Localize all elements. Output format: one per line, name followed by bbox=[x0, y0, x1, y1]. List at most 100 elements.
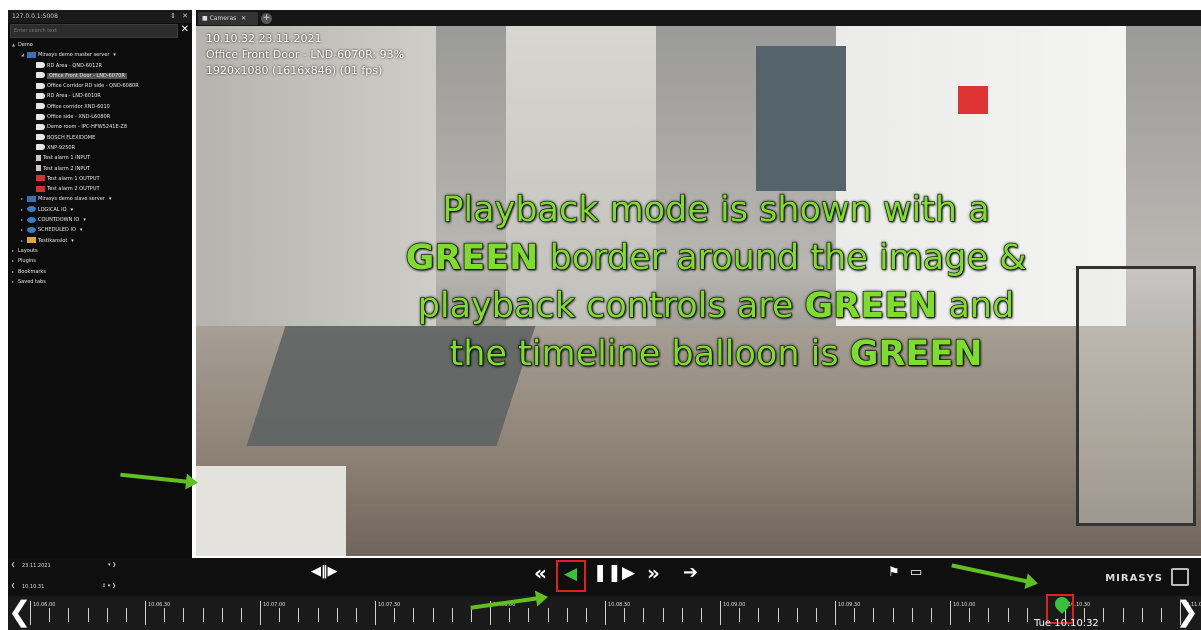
date-spinner-icon[interactable]: ▾ ❯ bbox=[108, 562, 116, 568]
node-menu-icon[interactable]: ▾ bbox=[83, 217, 86, 223]
panel-header: 127.0.0.1:5008 ⇕ ✕ bbox=[8, 10, 192, 23]
tree-node[interactable]: XNP-9250R bbox=[8, 143, 192, 153]
timeline-tick bbox=[509, 608, 511, 622]
tree-node[interactable]: Office Front Door - LND-6070R bbox=[8, 71, 192, 81]
time-spinner-icon[interactable]: ⇕ ▾ ❯ bbox=[102, 583, 116, 589]
pin-icon[interactable]: ⇕ bbox=[170, 10, 176, 23]
server-address: 127.0.0.1:5008 bbox=[12, 13, 58, 20]
device-tree-panel: 127.0.0.1:5008 ⇕ ✕ Enter search text ✕ ▲… bbox=[8, 10, 192, 558]
node-menu-icon[interactable]: ▾ bbox=[71, 238, 74, 244]
timeline[interactable]: 10.06.0010.06.3010.07.0010.07.3010.08.00… bbox=[8, 596, 1201, 630]
timeline-tick bbox=[87, 608, 89, 622]
tree-node[interactable]: RD Area - QND-6012R bbox=[8, 61, 192, 71]
timeline-tick bbox=[969, 608, 971, 622]
close-panel-icon[interactable]: ✕ bbox=[182, 10, 188, 23]
timeline-label: 10.09.30 bbox=[838, 602, 861, 608]
bookmark-icon[interactable]: ⚑ bbox=[888, 565, 900, 580]
tree-node[interactable]: ▸ Saved tabs bbox=[8, 277, 192, 287]
tree-node[interactable]: Test alarm 1 OUTPUT bbox=[8, 174, 192, 184]
frame-step-icon[interactable]: ◀‖▶ bbox=[311, 564, 338, 579]
tree-node[interactable]: Test alarm 1 INPUT bbox=[8, 153, 192, 163]
node-menu-icon[interactable]: ▾ bbox=[113, 52, 116, 58]
pause-button[interactable]: ❚❚ bbox=[593, 563, 622, 583]
tree-node-label: Saved tabs bbox=[18, 278, 46, 285]
tree-node[interactable]: RD Area - LND-6010R bbox=[8, 91, 192, 101]
output-icon bbox=[36, 185, 45, 192]
tree-node[interactable]: Office Corridor RD side - QND-6080R bbox=[8, 81, 192, 91]
timeline-tick bbox=[605, 601, 606, 625]
tab-cameras[interactable]: ■ Cameras ✕ bbox=[198, 12, 258, 25]
tree-node-label: SCHEDULED IO bbox=[38, 227, 76, 234]
timeline-tick bbox=[758, 608, 760, 622]
caption-text: Playback mode is shown with a bbox=[442, 189, 991, 230]
tree-node[interactable]: ▸ Bookmarks bbox=[8, 267, 192, 277]
tree-node-label: RD Area - LND-6010R bbox=[47, 93, 101, 100]
timeline-tick bbox=[835, 601, 836, 625]
camera-icon bbox=[36, 123, 45, 130]
tree-node[interactable]: ▸ Plugins bbox=[8, 256, 192, 266]
time-field[interactable]: 10.10.31 bbox=[22, 584, 44, 590]
timeline-tick bbox=[777, 608, 779, 622]
timeline-tick bbox=[413, 608, 415, 622]
node-menu-icon[interactable]: ▾ bbox=[71, 207, 74, 213]
tree-node[interactable]: Test alarm 2 OUTPUT bbox=[8, 184, 192, 194]
timeline-label: 10.07.30 bbox=[378, 602, 401, 608]
timeline-tick bbox=[451, 608, 453, 622]
scene-corridor bbox=[756, 46, 846, 191]
prev-date-icon[interactable]: ❮ bbox=[11, 562, 15, 568]
timeline-tick bbox=[950, 601, 951, 625]
timeline-tick bbox=[49, 608, 51, 622]
tree-node[interactable]: ▸ LOGICAL IO ▾ bbox=[8, 205, 192, 215]
tree-node[interactable]: Office side - XND-L6080R bbox=[8, 112, 192, 122]
timeline-tick bbox=[164, 608, 166, 622]
tree-node[interactable]: ▸ Testikansiot ▾ bbox=[8, 236, 192, 246]
camera-video-view[interactable]: 10.10.32 23.11.2021 Office Front Door - … bbox=[196, 26, 1201, 556]
app-window: 127.0.0.1:5008 ⇕ ✕ Enter search text ✕ ▲… bbox=[0, 0, 1201, 630]
search-placeholder: Enter search text bbox=[14, 28, 58, 34]
tree-node[interactable]: Test alarm 2 INPUT bbox=[8, 164, 192, 174]
node-menu-icon[interactable]: ▾ bbox=[109, 196, 112, 202]
timeline-tick bbox=[432, 608, 434, 622]
camera-icon bbox=[36, 103, 45, 110]
node-menu-icon[interactable]: ▾ bbox=[80, 227, 83, 233]
tree-node[interactable]: BOSCH FLEXIDOME bbox=[8, 133, 192, 143]
timeline-tick bbox=[930, 608, 932, 622]
camera-icon bbox=[36, 82, 45, 89]
timeline-right-arrow-icon[interactable]: ❯ bbox=[1176, 595, 1199, 628]
play-reverse-button[interactable]: ◀ bbox=[564, 564, 577, 584]
export-icon[interactable]: ▭ bbox=[910, 565, 922, 580]
camera-icon bbox=[36, 92, 45, 99]
rewind-button[interactable]: « bbox=[534, 561, 547, 585]
tree-node-label: Office Front Door - LND-6070R bbox=[47, 72, 127, 79]
tree-node-label: Test alarm 2 INPUT bbox=[43, 165, 91, 172]
tree-node[interactable]: ▸ Layouts bbox=[8, 246, 192, 256]
prev-time-icon[interactable]: ❮ bbox=[11, 583, 15, 589]
layout-icon[interactable] bbox=[1171, 568, 1189, 586]
tree-node[interactable]: ◢ Mirasys demo master server ▾ bbox=[8, 50, 192, 60]
tree-node[interactable]: Demo room - IPC-HFW5241E-Z8 bbox=[8, 122, 192, 132]
tab-close-icon[interactable]: ✕ bbox=[241, 15, 246, 22]
timeline-tick bbox=[317, 608, 319, 622]
tree-node[interactable]: ▸ SCHEDULED IO ▾ bbox=[8, 225, 192, 235]
tree-node-label: Test alarm 2 OUTPUT bbox=[47, 186, 100, 193]
tree-node[interactable]: ▸ COUNTDOWN IO ▾ bbox=[8, 215, 192, 225]
date-field[interactable]: 23.11.2021 bbox=[22, 563, 51, 569]
timeline-tick bbox=[298, 608, 300, 622]
tree-node-label: Demo room - IPC-HFW5241E-Z8 bbox=[47, 124, 128, 131]
timeline-tick bbox=[279, 608, 281, 622]
fast-forward-button[interactable]: » bbox=[647, 561, 660, 585]
live-button[interactable]: ➔ bbox=[683, 562, 698, 583]
expand-icon[interactable]: ▸ bbox=[21, 205, 27, 215]
tree-node[interactable]: ▲ Demo bbox=[8, 40, 192, 50]
add-tab-button[interactable]: + bbox=[261, 13, 272, 24]
tree-node[interactable]: ▸ Mirasys demo slave server ▾ bbox=[8, 194, 192, 204]
group-icon bbox=[27, 226, 36, 233]
search-input[interactable]: Enter search text bbox=[10, 24, 178, 38]
tree-node[interactable]: Office corridor XND-6010 bbox=[8, 102, 192, 112]
camera-icon bbox=[36, 144, 45, 151]
timeline-left-arrow-icon[interactable]: ❮ bbox=[8, 595, 31, 628]
clear-search-icon[interactable]: ✕ bbox=[181, 24, 189, 35]
tree-node-label: Office Corridor RD side - QND-6080R bbox=[47, 83, 139, 90]
play-forward-button[interactable]: ▶ bbox=[622, 563, 635, 583]
timeline-tick bbox=[240, 608, 242, 622]
